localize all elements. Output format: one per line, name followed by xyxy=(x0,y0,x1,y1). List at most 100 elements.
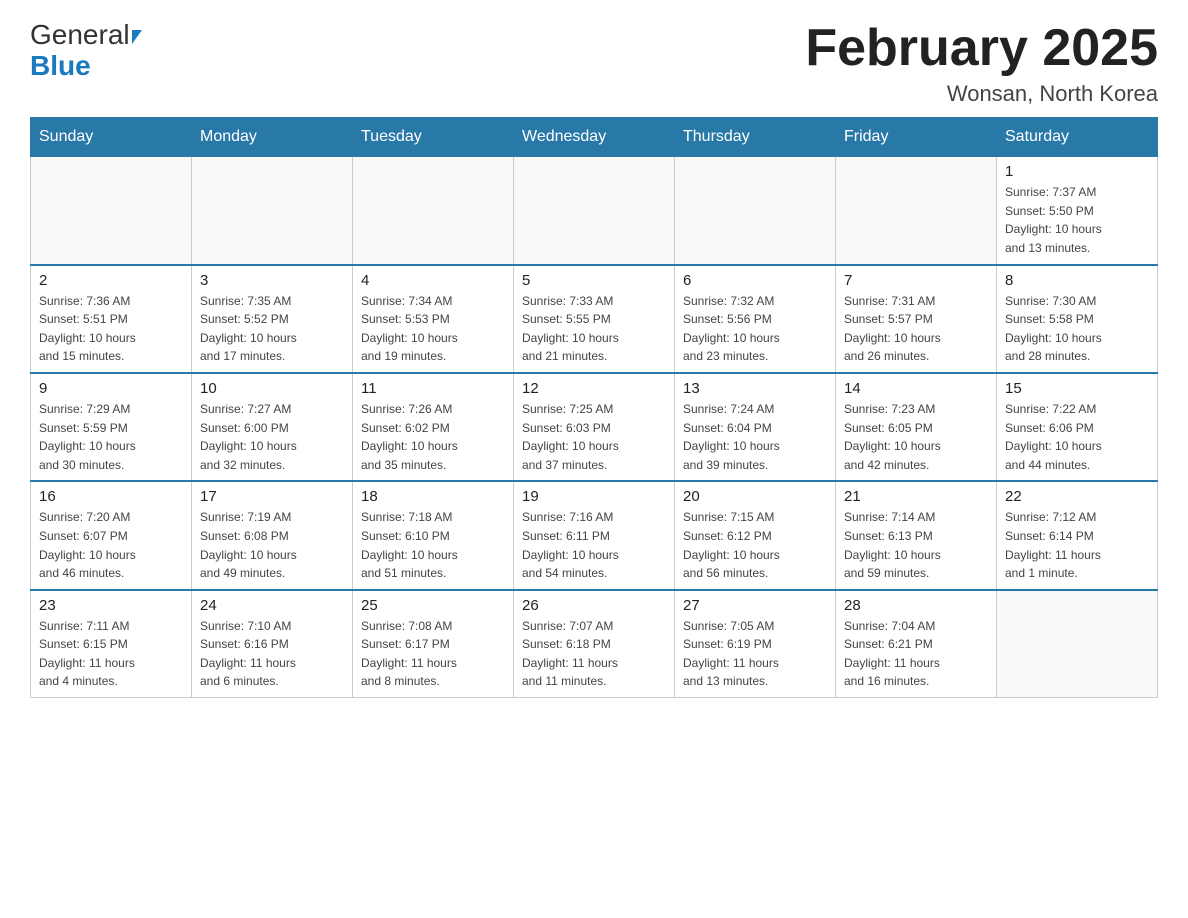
calendar-cell xyxy=(836,157,997,265)
day-number: 18 xyxy=(361,488,505,505)
day-number: 7 xyxy=(844,272,988,289)
location: Wonsan, North Korea xyxy=(805,81,1158,107)
day-info: Sunrise: 7:18 AMSunset: 6:10 PMDaylight:… xyxy=(361,508,505,582)
day-number: 14 xyxy=(844,380,988,397)
calendar-cell xyxy=(353,157,514,265)
day-number: 26 xyxy=(522,597,666,614)
day-info: Sunrise: 7:10 AMSunset: 6:16 PMDaylight:… xyxy=(200,617,344,691)
day-info: Sunrise: 7:25 AMSunset: 6:03 PMDaylight:… xyxy=(522,400,666,474)
day-number: 6 xyxy=(683,272,827,289)
calendar-cell: 19 Sunrise: 7:16 AMSunset: 6:11 PMDayligh… xyxy=(514,481,675,589)
day-info: Sunrise: 7:32 AMSunset: 5:56 PMDaylight:… xyxy=(683,292,827,366)
calendar-cell xyxy=(997,590,1158,698)
calendar-cell: 10 Sunrise: 7:27 AMSunset: 6:00 PMDayligh… xyxy=(192,373,353,481)
calendar-cell xyxy=(675,157,836,265)
day-number: 13 xyxy=(683,380,827,397)
calendar-cell: 27 Sunrise: 7:05 AMSunset: 6:19 PMDayligh… xyxy=(675,590,836,698)
logo-text: General Blue xyxy=(30,20,142,82)
weekday-header-sunday: Sunday xyxy=(31,118,192,157)
day-number: 9 xyxy=(39,380,183,397)
day-info: Sunrise: 7:34 AMSunset: 5:53 PMDaylight:… xyxy=(361,292,505,366)
day-info: Sunrise: 7:15 AMSunset: 6:12 PMDaylight:… xyxy=(683,508,827,582)
weekday-header-tuesday: Tuesday xyxy=(353,118,514,157)
day-number: 4 xyxy=(361,272,505,289)
day-info: Sunrise: 7:27 AMSunset: 6:00 PMDaylight:… xyxy=(200,400,344,474)
calendar-cell: 12 Sunrise: 7:25 AMSunset: 6:03 PMDayligh… xyxy=(514,373,675,481)
day-number: 10 xyxy=(200,380,344,397)
day-number: 2 xyxy=(39,272,183,289)
calendar-cell: 13 Sunrise: 7:24 AMSunset: 6:04 PMDayligh… xyxy=(675,373,836,481)
calendar-cell xyxy=(192,157,353,265)
day-number: 28 xyxy=(844,597,988,614)
day-info: Sunrise: 7:04 AMSunset: 6:21 PMDaylight:… xyxy=(844,617,988,691)
calendar-cell: 15 Sunrise: 7:22 AMSunset: 6:06 PMDayligh… xyxy=(997,373,1158,481)
day-info: Sunrise: 7:07 AMSunset: 6:18 PMDaylight:… xyxy=(522,617,666,691)
day-number: 3 xyxy=(200,272,344,289)
calendar-cell xyxy=(31,157,192,265)
day-info: Sunrise: 7:16 AMSunset: 6:11 PMDaylight:… xyxy=(522,508,666,582)
day-number: 1 xyxy=(1005,163,1149,180)
logo-blue-text: Blue xyxy=(30,50,91,81)
calendar-cell: 21Sunrise: 7:14 AMSunset: 6:13 PMDayligh… xyxy=(836,481,997,589)
calendar-cell: 6 Sunrise: 7:32 AMSunset: 5:56 PMDaylight… xyxy=(675,265,836,373)
day-number: 19 xyxy=(522,488,666,505)
weekday-header-monday: Monday xyxy=(192,118,353,157)
weekday-header-friday: Friday xyxy=(836,118,997,157)
day-info: Sunrise: 7:19 AMSunset: 6:08 PMDaylight:… xyxy=(200,508,344,582)
calendar-cell: 3 Sunrise: 7:35 AMSunset: 5:52 PMDaylight… xyxy=(192,265,353,373)
calendar-cell: 11 Sunrise: 7:26 AMSunset: 6:02 PMDayligh… xyxy=(353,373,514,481)
calendar-cell: 25 Sunrise: 7:08 AMSunset: 6:17 PMDayligh… xyxy=(353,590,514,698)
day-number: 20 xyxy=(683,488,827,505)
calendar-cell: 23 Sunrise: 7:11 AMSunset: 6:15 PMDayligh… xyxy=(31,590,192,698)
calendar-week-row-5: 23 Sunrise: 7:11 AMSunset: 6:15 PMDayligh… xyxy=(31,590,1158,698)
day-info: Sunrise: 7:30 AMSunset: 5:58 PMDaylight:… xyxy=(1005,292,1149,366)
weekday-header-row: SundayMondayTuesdayWednesdayThursdayFrid… xyxy=(31,118,1158,157)
logo: General Blue xyxy=(30,20,142,82)
day-info: Sunrise: 7:35 AMSunset: 5:52 PMDaylight:… xyxy=(200,292,344,366)
weekday-header-wednesday: Wednesday xyxy=(514,118,675,157)
weekday-header-thursday: Thursday xyxy=(675,118,836,157)
day-info: Sunrise: 7:24 AMSunset: 6:04 PMDaylight:… xyxy=(683,400,827,474)
month-title: February 2025 xyxy=(805,20,1158,77)
calendar-cell xyxy=(514,157,675,265)
day-info: Sunrise: 7:26 AMSunset: 6:02 PMDaylight:… xyxy=(361,400,505,474)
day-info: Sunrise: 7:05 AMSunset: 6:19 PMDaylight:… xyxy=(683,617,827,691)
day-number: 12 xyxy=(522,380,666,397)
calendar-week-row-4: 16 Sunrise: 7:20 AMSunset: 6:07 PMDayligh… xyxy=(31,481,1158,589)
calendar-cell: 1Sunrise: 7:37 AMSunset: 5:50 PMDaylight… xyxy=(997,157,1158,265)
day-number: 27 xyxy=(683,597,827,614)
calendar-cell: 22 Sunrise: 7:12 AMSunset: 6:14 PMDayligh… xyxy=(997,481,1158,589)
day-number: 23 xyxy=(39,597,183,614)
calendar-cell: 26 Sunrise: 7:07 AMSunset: 6:18 PMDayligh… xyxy=(514,590,675,698)
calendar-cell: 5 Sunrise: 7:33 AMSunset: 5:55 PMDaylight… xyxy=(514,265,675,373)
day-number: 22 xyxy=(1005,488,1149,505)
day-info: Sunrise: 7:23 AMSunset: 6:05 PMDaylight:… xyxy=(844,400,988,474)
calendar-cell: 17 Sunrise: 7:19 AMSunset: 6:08 PMDayligh… xyxy=(192,481,353,589)
day-info: Sunrise: 7:12 AMSunset: 6:14 PMDaylight:… xyxy=(1005,508,1149,582)
calendar-week-row-2: 2Sunrise: 7:36 AMSunset: 5:51 PMDaylight… xyxy=(31,265,1158,373)
calendar-table: SundayMondayTuesdayWednesdayThursdayFrid… xyxy=(30,117,1158,698)
logo-triangle-icon xyxy=(132,30,142,44)
calendar-cell: 24Sunrise: 7:10 AMSunset: 6:16 PMDayligh… xyxy=(192,590,353,698)
calendar-cell: 18 Sunrise: 7:18 AMSunset: 6:10 PMDayligh… xyxy=(353,481,514,589)
day-info: Sunrise: 7:29 AMSunset: 5:59 PMDaylight:… xyxy=(39,400,183,474)
day-info: Sunrise: 7:11 AMSunset: 6:15 PMDaylight:… xyxy=(39,617,183,691)
logo-general-text: General xyxy=(30,19,130,50)
day-number: 25 xyxy=(361,597,505,614)
day-number: 15 xyxy=(1005,380,1149,397)
calendar-cell: 20 Sunrise: 7:15 AMSunset: 6:12 PMDayligh… xyxy=(675,481,836,589)
day-info: Sunrise: 7:20 AMSunset: 6:07 PMDaylight:… xyxy=(39,508,183,582)
day-number: 5 xyxy=(522,272,666,289)
calendar-cell: 9 Sunrise: 7:29 AMSunset: 5:59 PMDaylight… xyxy=(31,373,192,481)
calendar-cell: 8 Sunrise: 7:30 AMSunset: 5:58 PMDaylight… xyxy=(997,265,1158,373)
day-number: 11 xyxy=(361,380,505,397)
calendar-cell: 14 Sunrise: 7:23 AMSunset: 6:05 PMDayligh… xyxy=(836,373,997,481)
day-info: Sunrise: 7:22 AMSunset: 6:06 PMDaylight:… xyxy=(1005,400,1149,474)
day-number: 17 xyxy=(200,488,344,505)
day-number: 8 xyxy=(1005,272,1149,289)
calendar-cell: 4 Sunrise: 7:34 AMSunset: 5:53 PMDaylight… xyxy=(353,265,514,373)
day-info: Sunrise: 7:08 AMSunset: 6:17 PMDaylight:… xyxy=(361,617,505,691)
day-info: Sunrise: 7:33 AMSunset: 5:55 PMDaylight:… xyxy=(522,292,666,366)
day-number: 21 xyxy=(844,488,988,505)
day-number: 16 xyxy=(39,488,183,505)
